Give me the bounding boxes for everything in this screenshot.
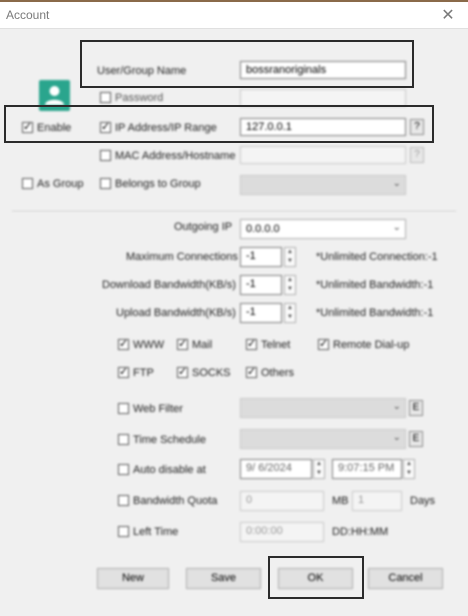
close-icon[interactable]: ✕	[438, 5, 458, 25]
auto-disable-checkbox[interactable]	[118, 464, 129, 475]
left-time-input[interactable]: 0:00:00	[240, 522, 324, 542]
auto-disable-label: Auto disable at	[133, 464, 206, 476]
save-button[interactable]: Save	[186, 568, 261, 589]
download-bandwidth-spinner[interactable]: ▲ ▼	[284, 275, 296, 295]
upload-bandwidth-label: Upload Bandwidth(KB/s)	[116, 307, 236, 319]
chevron-down-icon: ⌄	[392, 401, 401, 412]
web-filter-select[interactable]: ⌄	[240, 398, 406, 418]
upload-bandwidth-spinner[interactable]: ▲ ▼	[284, 303, 296, 323]
outgoing-ip-select[interactable]: 0.0.0.0 ⌄	[240, 219, 406, 239]
mac-checkbox[interactable]	[100, 150, 111, 161]
window-title: Account	[6, 8, 50, 22]
time-schedule-checkbox[interactable]	[118, 434, 129, 445]
chevron-down-icon: ⌄	[392, 432, 401, 443]
service-remote-dialup-label: Remote Dial-up	[333, 339, 410, 351]
user-group-name-input[interactable]: bossranoriginals	[240, 61, 406, 79]
mac-label: MAC Address/Hostname	[115, 150, 236, 162]
download-bandwidth-label: Download Bandwidth(KB/s)	[102, 279, 236, 291]
ip-range-checkbox[interactable]	[100, 120, 111, 133]
service-ftp-label: FTP	[133, 367, 154, 379]
max-connections-input[interactable]: -1	[240, 247, 282, 267]
web-filter-checkbox[interactable]	[118, 403, 129, 414]
left-time-checkbox[interactable]	[118, 526, 129, 537]
quota-days-label: Days	[410, 495, 436, 507]
service-others-label: Others	[261, 367, 295, 379]
as-group-label: As Group	[37, 178, 84, 190]
bandwidth-quota-label: Bandwidth Quota	[133, 495, 218, 507]
auto-disable-time-input[interactable]: 9:07:15 PM	[332, 459, 402, 479]
outgoing-ip-value: 0.0.0.0	[246, 223, 280, 235]
new-button[interactable]: New	[97, 568, 169, 589]
upload-bandwidth-input[interactable]: -1	[240, 303, 282, 323]
service-telnet-label: Telnet	[261, 339, 291, 351]
chevron-down-icon: ⌄	[392, 222, 401, 233]
chevron-down-icon: ⌄	[392, 178, 401, 189]
cancel-button[interactable]: Cancel	[368, 568, 443, 589]
socks-checkbox[interactable]	[177, 365, 188, 378]
max-connections-hint: *Unlimited Connection:-1	[316, 251, 438, 263]
quota-days-input[interactable]: 1	[352, 491, 402, 511]
outgoing-ip-label: Outgoing IP	[174, 221, 233, 233]
bandwidth-quota-checkbox[interactable]	[118, 495, 129, 506]
max-connections-label: Maximum Connections	[126, 251, 238, 263]
mac-help-button[interactable]: ?	[410, 147, 424, 163]
divider	[12, 211, 456, 213]
auto-disable-date-input[interactable]: 9/ 6/2024	[240, 459, 312, 479]
as-group-checkbox[interactable]	[22, 178, 33, 189]
others-checkbox[interactable]	[246, 365, 257, 378]
time-schedule-edit-button[interactable]: E	[409, 431, 423, 447]
enable-checkbox[interactable]	[22, 120, 33, 133]
service-www-label: WWW	[133, 339, 165, 351]
download-bandwidth-input[interactable]: -1	[240, 275, 282, 295]
max-connections-spinner[interactable]: ▲ ▼	[284, 247, 296, 267]
service-mail-label: Mail	[192, 339, 213, 351]
web-filter-label: Web Filter	[133, 403, 183, 415]
ftp-checkbox[interactable]	[118, 365, 129, 378]
remote-dialup-checkbox[interactable]	[318, 337, 329, 350]
title-bar: Account ✕	[0, 2, 468, 29]
service-socks-label: SOCKS	[192, 367, 231, 379]
user-group-name-label: User/Group Name	[97, 65, 187, 77]
left-time-label: Left Time	[133, 526, 179, 538]
mail-checkbox[interactable]	[177, 337, 188, 350]
time-schedule-select[interactable]: ⌄	[240, 429, 406, 449]
download-bandwidth-hint: *Unlimited Bandwidth:-1	[316, 279, 434, 291]
auto-disable-time-spinner[interactable]: ▲ ▼	[403, 459, 415, 479]
enable-label: Enable	[37, 122, 72, 134]
account-dialog: User/Group Name bossranoriginals Passwor…	[0, 29, 468, 616]
time-schedule-label: Time Schedule	[133, 434, 206, 446]
auto-disable-date-spinner[interactable]: ▲ ▼	[313, 459, 325, 479]
belongs-group-checkbox[interactable]	[100, 178, 111, 189]
group-select[interactable]: ⌄	[240, 175, 406, 195]
bandwidth-quota-input[interactable]: 0	[240, 491, 324, 511]
left-time-format: DD:HH:MM	[332, 526, 389, 538]
ok-button[interactable]: OK	[278, 568, 353, 589]
password-input[interactable]	[240, 89, 406, 107]
web-filter-edit-button[interactable]: E	[409, 400, 423, 416]
upload-bandwidth-hint: *Unlimited Bandwidth:-1	[316, 307, 434, 319]
telnet-checkbox[interactable]	[246, 337, 257, 350]
quota-unit-label: MB	[332, 495, 349, 507]
belongs-group-label: Belongs to Group	[115, 178, 201, 190]
ip-address-input[interactable]: 127.0.0.1	[240, 118, 406, 136]
password-checkbox[interactable]	[100, 92, 111, 103]
user-icon	[39, 80, 70, 111]
ip-range-label: IP Address/IP Range	[115, 122, 217, 134]
mac-input[interactable]	[240, 146, 406, 164]
ip-help-button[interactable]: ?	[410, 119, 424, 135]
password-label: Password	[115, 92, 164, 104]
www-checkbox[interactable]	[118, 337, 129, 350]
